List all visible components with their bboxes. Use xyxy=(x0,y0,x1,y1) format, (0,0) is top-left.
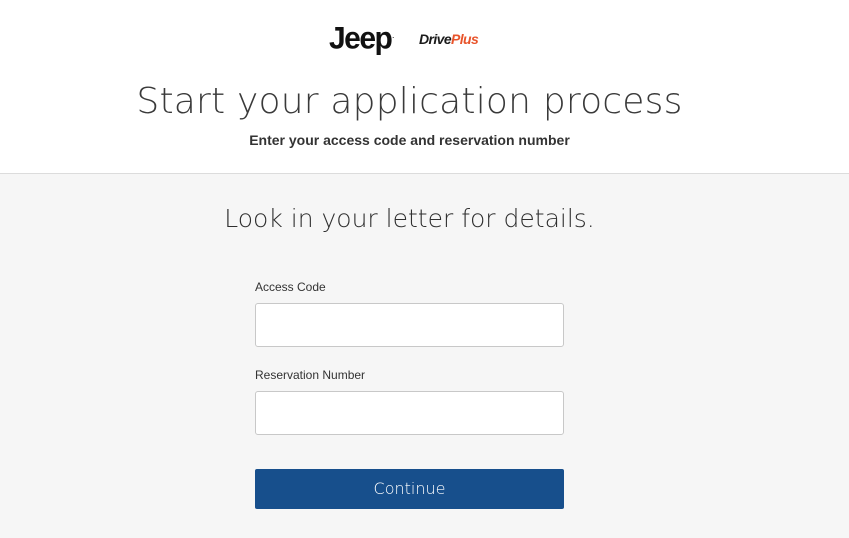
driveplus-logo[interactable]: DrivePlus xyxy=(419,31,479,47)
continue-button[interactable]: Continue xyxy=(255,469,564,509)
header-section: Jeep. DrivePlus Start your application p… xyxy=(0,0,849,174)
driveplus-logo-plus: Plus xyxy=(451,31,479,47)
jeep-logo-mark: . xyxy=(392,33,395,41)
jeep-logo-text: Jeep xyxy=(329,21,393,56)
page-subtitle: Enter your access code and reservation n… xyxy=(249,132,570,148)
reservation-number-label: Reservation Number xyxy=(255,368,366,382)
access-code-label: Access Code xyxy=(255,280,326,294)
form-heading: Look in your letter for details. xyxy=(224,204,595,233)
driveplus-logo-drive: Drive xyxy=(419,31,452,47)
reservation-number-input[interactable] xyxy=(255,391,564,435)
logo-bar: Jeep. DrivePlus xyxy=(0,21,849,57)
access-code-input[interactable] xyxy=(255,303,564,347)
jeep-logo[interactable]: Jeep. xyxy=(329,21,395,57)
form-section: Look in your letter for details. Access … xyxy=(0,174,849,538)
page-title: Start your application process xyxy=(136,81,683,122)
